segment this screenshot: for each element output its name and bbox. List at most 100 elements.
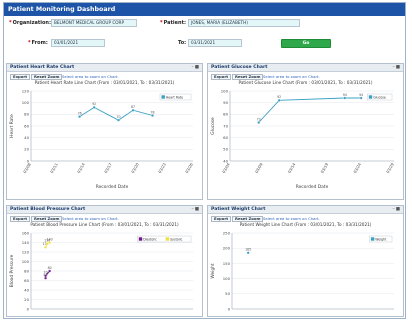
from-date-input[interactable]: 03/01/2021 [51, 39, 105, 47]
x-tick-label: 03/09 [254, 162, 264, 174]
glucose-chart[interactable]: 40506070809010003/04 03/09 03/14 03/19 03/24… [208, 85, 403, 200]
y-tick-label: 50 [225, 291, 230, 296]
legend-label: Diastolic [143, 237, 157, 241]
data-point[interactable] [45, 242, 49, 245]
x-axis-title: Recorded Date [96, 184, 129, 190]
reset-zoom-label: Reset Zoom [34, 216, 60, 221]
data-point[interactable] [117, 118, 120, 122]
panel-controls[interactable]: –■ [392, 207, 401, 213]
organization-select[interactable]: BELMONT MEDICAL GROUP CORP [51, 19, 137, 27]
data-point[interactable] [44, 276, 48, 280]
legend-label: Glucose [373, 95, 386, 99]
weight-panel: Patient Weight Chart –■ Export Reset Zoo… [207, 205, 404, 317]
data-label: 80 [48, 266, 52, 270]
blood-pressure-panel-title: Patient Blood Pressure Chart [10, 207, 86, 212]
heart-rate-panel-header: Patient Heart Rate Chart [7, 64, 202, 72]
y-tick-label: 250 [223, 230, 231, 235]
weight-panel-title: Patient Weight Chart [211, 207, 266, 212]
x-tick-label: 03/26 [184, 162, 194, 174]
glucose-panel: Patient Glucose Chart –■ Export Reset Zo… [207, 63, 404, 200]
organization-label-text: Organization: [12, 20, 51, 26]
organization-label: *Organization: [9, 20, 51, 26]
heart-rate-chart[interactable]: 02040608010012003/08 03/11 03/14 03/17 03/20… [7, 85, 202, 200]
patient-select[interactable]: JONES, MARIA (ELIZABETH) [188, 19, 300, 27]
y-tick-label: 70 [223, 123, 228, 128]
x-tick-label: 03/19 [319, 162, 329, 174]
data-label: 73 [257, 117, 261, 121]
to-label: To: [178, 40, 187, 46]
from-label: *From: [28, 40, 48, 46]
data-point[interactable] [246, 251, 250, 255]
data-label: 70 [116, 115, 120, 119]
data-point[interactable] [277, 98, 281, 102]
legend-swatch [165, 237, 170, 241]
data-point[interactable] [48, 269, 52, 273]
legend-swatch [370, 237, 375, 241]
y-tick-label: 100 [221, 88, 229, 93]
panel-controls[interactable]: –■ [392, 65, 401, 71]
reset-zoom-label: Reset Zoom [34, 74, 60, 79]
data-point[interactable] [131, 108, 135, 112]
x-tick-label: 03/11 [49, 162, 59, 174]
y-axis-title: Blood Pressure [9, 254, 15, 287]
legend-label: Systolic [170, 237, 183, 241]
data-point[interactable] [343, 96, 347, 100]
data-point[interactable] [257, 121, 261, 124]
panel-controls[interactable]: –■ [191, 65, 200, 71]
page-title: Patient Monitoring Dashboard [4, 3, 405, 16]
y-tick-label: 80 [223, 112, 228, 117]
to-date-input[interactable]: 03/31/2021 [188, 39, 242, 47]
legend-swatch [161, 95, 165, 99]
y-tick-label: 90 [223, 100, 228, 105]
y-tick-label: 120 [22, 88, 30, 93]
data-point[interactable] [359, 96, 363, 100]
y-tick-label: 0 [27, 306, 30, 311]
data-point[interactable] [48, 241, 52, 244]
data-point[interactable] [78, 115, 82, 119]
weight-panel-header: Patient Weight Chart [208, 206, 403, 214]
filter-bar: *Organization: BELMONT MEDICAL GROUP COR… [6, 18, 403, 53]
patient-label-text: Patient: [163, 20, 186, 26]
export-label: Export [13, 216, 28, 221]
y-tick-label: 40 [24, 135, 29, 140]
x-tick-label: 03/14 [287, 162, 297, 174]
y-tick-label: 140 [22, 240, 30, 245]
data-point[interactable] [151, 114, 154, 117]
data-point[interactable] [44, 245, 48, 249]
y-tick-label: 160 [22, 230, 30, 235]
data-label: 92 [277, 95, 281, 99]
y-tick-label: 40 [24, 287, 29, 292]
y-tick-label: 60 [24, 123, 29, 128]
data-label: 94 [343, 93, 347, 97]
y-axis-title: Weight [210, 263, 216, 279]
panel-controls[interactable]: –■ [191, 207, 200, 213]
legend-swatch [138, 237, 143, 241]
data-point[interactable] [44, 274, 48, 278]
y-tick-label: 80 [24, 268, 29, 273]
y-tick-label: 150 [223, 261, 231, 266]
weight-chart[interactable]: 0 50 100 150 200 250 Weight 185 Weight [208, 227, 403, 317]
data-label: 92 [92, 102, 96, 106]
y-tick-label: 200 [223, 246, 231, 251]
data-label: 76 [78, 111, 82, 115]
x-tick-label: 03/17 [103, 162, 113, 174]
y-tick-label: 60 [223, 135, 228, 140]
x-axis-title: Recorded Date [296, 184, 329, 190]
y-tick-label: 100 [223, 276, 231, 281]
required-marker: * [160, 20, 163, 26]
required-marker: * [28, 40, 31, 46]
from-label-text: From: [31, 40, 48, 46]
heart-rate-panel-title: Patient Heart Rate Chart [10, 65, 75, 70]
x-tick-label: 03/29 [385, 162, 395, 174]
y-tick-label: 100 [22, 259, 30, 264]
x-tick-label: 03/08 [22, 162, 32, 174]
blood-pressure-chart[interactable]: 020406080100120140160Blood Pressure65708… [7, 227, 202, 317]
y-tick-label: 20 [24, 147, 29, 152]
data-point[interactable] [92, 105, 96, 109]
data-label: 94 [359, 93, 363, 97]
go-button[interactable]: Go [281, 39, 331, 48]
y-axis-title: Heart Rate [9, 114, 15, 138]
legend-label: Weight [375, 237, 387, 241]
y-tick-label: 60 [24, 278, 29, 283]
y-tick-label: 100 [22, 100, 30, 105]
